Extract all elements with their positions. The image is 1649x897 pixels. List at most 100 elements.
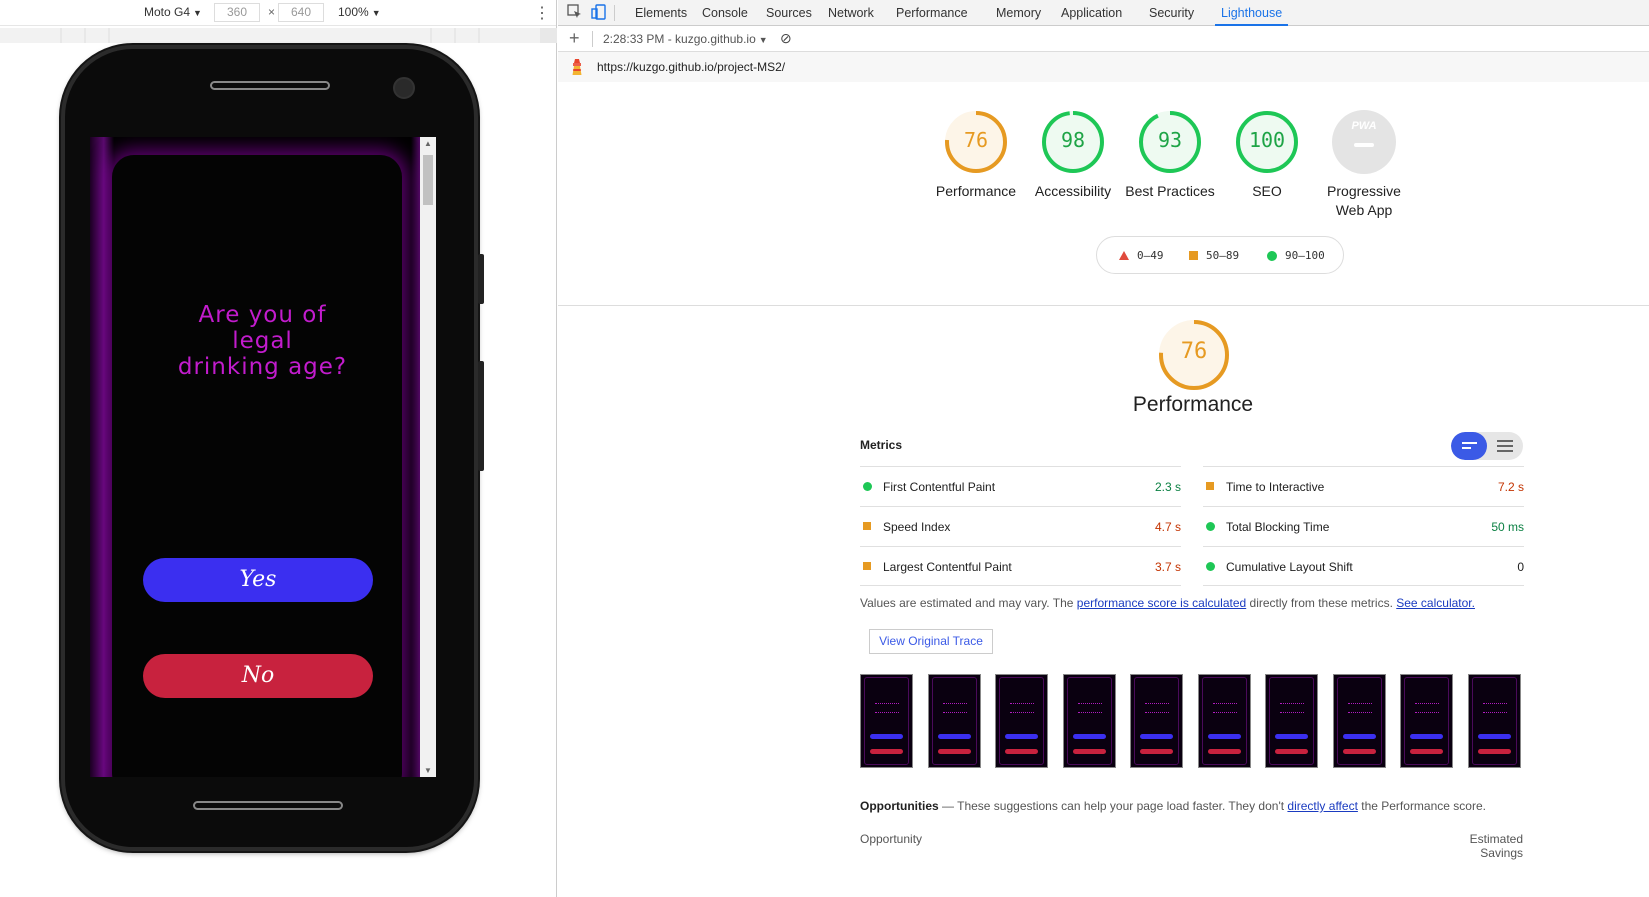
metric-row: First Contentful Paint 2.3 s [860, 466, 1181, 506]
speaker-grille [210, 81, 330, 90]
pwa-badge-text: PWA [1351, 120, 1377, 132]
opportunity-column-header: Opportunity [860, 832, 923, 846]
age-question-line: drinking age? [177, 354, 348, 380]
note-text: Values are estimated and may vary. The [860, 596, 1077, 610]
gauge-best-practices[interactable]: 93 Best Practices [1125, 110, 1215, 201]
opportunities-title: Opportunities [860, 799, 939, 813]
tab-console[interactable]: Console [702, 6, 748, 20]
metric-value: 7.2 s [1497, 480, 1524, 494]
metrics-column-right: Time to Interactive 7.2 s Total Blocking … [1203, 466, 1524, 586]
zoom-select[interactable]: 100% ▼ [338, 5, 381, 19]
tab-performance[interactable]: Performance [896, 6, 968, 20]
metric-value: 4.7 s [1154, 520, 1181, 534]
note-text: directly from these metrics. [1246, 596, 1397, 610]
filmstrip-frame [995, 674, 1048, 768]
gauge-score: 98 [1060, 128, 1086, 152]
report-label: 2:28:33 PM - kuzgo.github.io [603, 32, 756, 46]
tab-memory[interactable]: Memory [996, 6, 1041, 20]
filmstrip-frame [1130, 674, 1183, 768]
metric-row: Total Blocking Time 50 ms [1203, 506, 1524, 546]
gauge-performance[interactable]: 76 Performance [931, 110, 1021, 201]
metric-row: Time to Interactive 7.2 s [1203, 466, 1524, 506]
pass-circle-icon [1206, 522, 1215, 531]
compact-view-button[interactable] [1451, 432, 1487, 460]
legend-average: 50–89 [1189, 249, 1239, 262]
metrics-view-toggle[interactable] [1451, 432, 1523, 460]
gauge-label: Accessibility [1034, 183, 1112, 199]
more-options-icon[interactable]: ⋮ [534, 3, 550, 23]
score-legend: 0–49 50–89 90–100 [1096, 236, 1344, 274]
gauge-accessibility[interactable]: 98 Accessibility [1028, 110, 1118, 201]
average-square-icon [863, 562, 871, 570]
filmstrip-frame [927, 674, 981, 768]
score-calculated-link[interactable]: performance score is calculated [1077, 596, 1246, 610]
lighthouse-toolbar: + 2:28:33 PM - kuzgo.github.io ▼ ⊘ [558, 26, 1649, 52]
expanded-list-icon [1497, 440, 1513, 455]
tab-application[interactable]: Application [1061, 6, 1122, 20]
report-url[interactable]: https://kuzgo.github.io/project-MS2/ [597, 60, 785, 74]
gauge-score: 93 [1157, 128, 1183, 152]
scroll-up-icon[interactable]: ▲ [424, 139, 432, 148]
tab-elements[interactable]: Elements [635, 6, 687, 20]
filmstrip-frame [1265, 674, 1318, 768]
gauge-pwa[interactable]: PWA Progressive Web App [1319, 110, 1409, 220]
metric-value: 50 ms [1491, 520, 1524, 534]
performance-section: 76 Performance Metrics First Contentful … [558, 308, 1649, 897]
metrics-column-left: First Contentful Paint 2.3 s Speed Index 4… [860, 466, 1181, 586]
tab-network[interactable]: Network [828, 6, 874, 20]
report-url-bar: https://kuzgo.github.io/project-MS2/ [558, 52, 1649, 82]
performance-gauge: 76 [1157, 318, 1231, 395]
legend-fail-range: 0–49 [1137, 249, 1164, 262]
screen-scrollbar[interactable]: ▲ ▼ [420, 137, 436, 777]
pwa-dash [1354, 143, 1374, 147]
device-select[interactable]: Moto G4 ▼ [144, 5, 202, 19]
legend-pass: 90–100 [1267, 249, 1325, 262]
pwa-badge-icon: PWA [1332, 110, 1396, 174]
legend-pass-range: 90–100 [1285, 249, 1325, 262]
tab-lighthouse[interactable]: Lighthouse [1214, 6, 1289, 26]
clear-reports-icon[interactable]: ⊘ [780, 30, 792, 47]
gauge-seo[interactable]: 100 SEO [1222, 110, 1312, 201]
device-emulation-pane: Moto G4 ▼ 360 × 640 100% ▼ ⋮ Are you of le… [0, 0, 557, 897]
age-question-line: Are you of [198, 302, 327, 328]
times-label: × [268, 5, 276, 19]
metric-row: Speed Index 4.7 s [860, 506, 1181, 546]
gauge-label: SEO [1252, 183, 1282, 199]
performance-score: 76 [1180, 339, 1208, 364]
camera [393, 77, 415, 99]
metrics-note: Values are estimated and may vary. The p… [860, 596, 1475, 610]
directly-affect-link[interactable]: directly affect [1287, 799, 1357, 813]
zoom-value: 100% [338, 5, 369, 19]
metric-value: 3.7 s [1154, 560, 1181, 574]
gauge-label: Progressive Web App [1327, 183, 1401, 218]
speaker-grille [193, 801, 343, 810]
opportunities-text: the Performance score. [1357, 799, 1486, 813]
score-gauges: 76 Performance 98 Accessibility 93 Best … [558, 84, 1649, 306]
yes-button[interactable]: Yes [143, 558, 373, 602]
scroll-down-icon[interactable]: ▼ [424, 766, 432, 775]
view-original-trace-button[interactable]: View Original Trace [869, 629, 993, 654]
inspect-element-icon[interactable] [567, 4, 583, 20]
gauge-score: 100 [1248, 128, 1286, 152]
tab-sources[interactable]: Sources [766, 6, 812, 20]
gauge-label: Performance [935, 183, 1017, 199]
scroll-thumb[interactable] [423, 155, 433, 205]
media-query-ruler[interactable] [0, 28, 557, 43]
new-report-icon[interactable]: + [569, 28, 580, 49]
height-input[interactable]: 640 [278, 3, 324, 22]
side-button [478, 361, 484, 471]
caret-down-icon: ▼ [193, 8, 202, 18]
width-input[interactable]: 360 [214, 3, 260, 22]
report-select[interactable]: 2:28:33 PM - kuzgo.github.io ▼ [603, 32, 768, 46]
filmstrip-frame [1400, 674, 1453, 768]
see-calculator-link[interactable]: See calculator. [1396, 596, 1475, 610]
no-button[interactable]: No [143, 654, 373, 698]
performance-title: Performance [1132, 393, 1254, 416]
filmstrip [860, 674, 1525, 769]
metric-name: Cumulative Layout Shift [1226, 560, 1353, 574]
triangle-icon [1119, 251, 1129, 260]
gauge-label: Best Practices [1125, 183, 1215, 199]
tab-security[interactable]: Security [1149, 6, 1194, 20]
lighthouse-icon [570, 58, 584, 76]
device-toggle-icon[interactable] [591, 4, 607, 20]
